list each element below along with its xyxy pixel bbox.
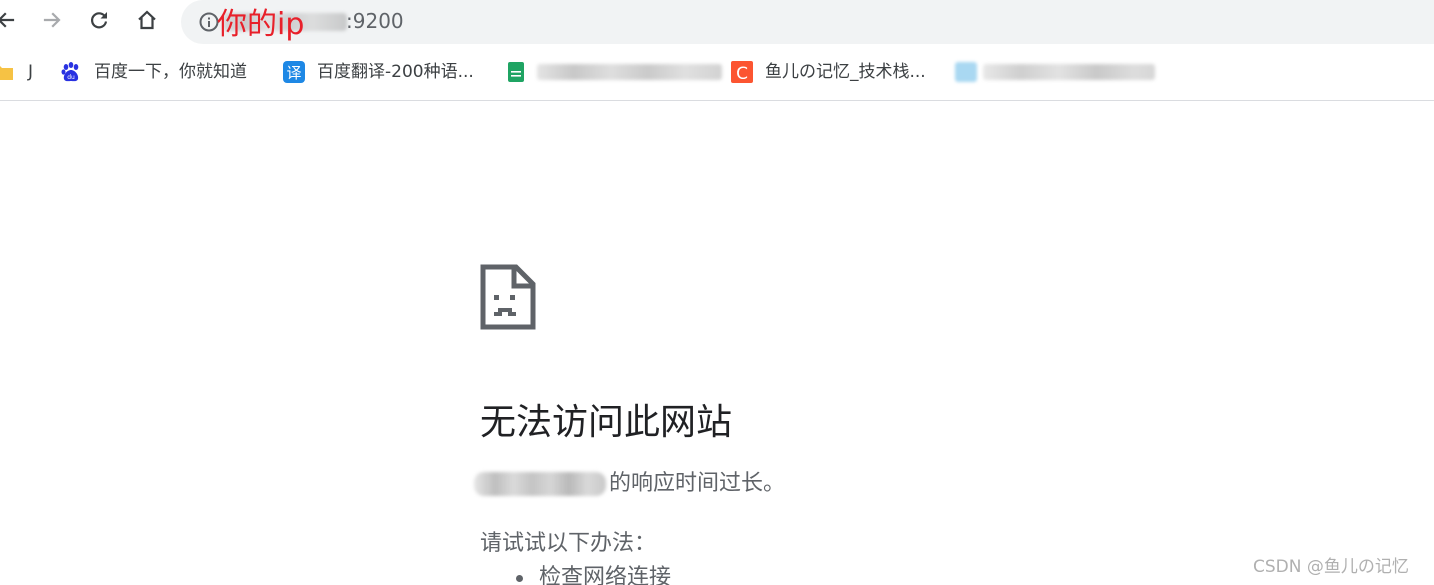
bookmark-label: 百度一下，你就知道 (94, 62, 247, 82)
suggestion-text: 检查网络连接 (539, 565, 672, 585)
svg-text:译: 译 (286, 64, 301, 82)
arrow-right-icon (43, 12, 61, 28)
blurred-site-icon (955, 61, 977, 83)
browser-toolbar: :9200 你的ip (0, 0, 1434, 46)
bookmark-baidu-translate[interactable]: 译 百度翻译-200种语... (283, 60, 474, 84)
forward-button[interactable] (36, 4, 68, 36)
arrow-left-icon (0, 12, 15, 28)
home-icon (138, 10, 156, 30)
bookmark-label: J (28, 62, 34, 82)
svg-text:du: du (67, 74, 75, 81)
bookmark-baidu[interactable]: du 百度一下，你就知道 (60, 60, 247, 84)
translate-icon: 译 (283, 61, 305, 83)
csdn-c-icon: C (731, 61, 753, 83)
redacted-bookmark-label (537, 64, 722, 80)
folder-icon (0, 61, 14, 83)
error-title: 无法访问此网站 (480, 402, 733, 443)
bookmarks-bar: J du 百度一下，你就知道 译 百度翻译-200种语... C 鱼儿の记忆_技… (0, 46, 1434, 101)
suggestion-item: 检查网络连接 (516, 564, 671, 585)
redacted-host (474, 472, 606, 496)
redacted-bookmark-label (983, 64, 1155, 80)
url-port-text: :9200 (346, 9, 404, 33)
bookmark-label: 百度翻译-200种语... (317, 62, 474, 82)
bookmark-csdn[interactable]: C 鱼儿の记忆_技术栈... (731, 60, 926, 84)
sad-page-icon (480, 264, 536, 330)
bullet-icon (516, 574, 523, 582)
ip-annotation: 你的ip (217, 7, 305, 42)
bookmark-blurred-2[interactable] (955, 60, 1155, 84)
error-description: 的响应时间过长。 (609, 471, 786, 496)
bookmark-blurred-1[interactable] (505, 60, 722, 84)
back-button[interactable] (0, 4, 22, 36)
reload-icon (91, 12, 108, 29)
bookmark-folder-j[interactable]: J (0, 60, 33, 84)
home-button[interactable] (131, 4, 163, 36)
address-bar[interactable]: :9200 (181, 0, 1434, 44)
suggestions-heading: 请试试以下办法： (480, 531, 657, 556)
baidu-paw-icon: du (60, 61, 82, 83)
svg-text:C: C (736, 64, 748, 83)
browser-window: :9200 你的ip J du 百度一下，你就知道 译 百度翻译-200种语..… (0, 0, 1434, 585)
green-sheet-icon (505, 61, 527, 83)
reload-button[interactable] (83, 4, 115, 36)
watermark: CSDN @鱼儿の记忆 (1253, 557, 1409, 577)
bookmark-label: 鱼儿の记忆_技术栈... (765, 62, 926, 82)
